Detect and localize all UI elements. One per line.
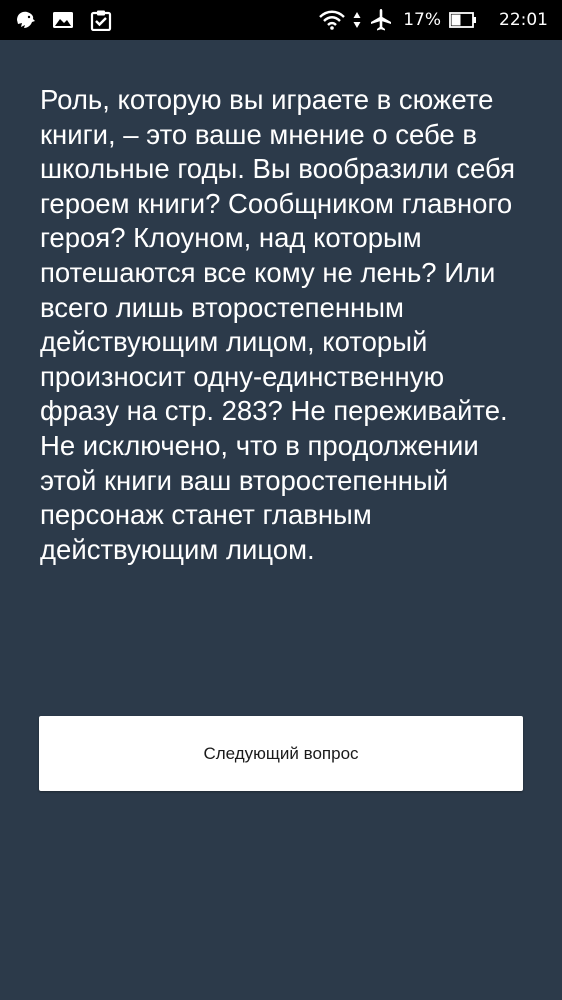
wifi-icon bbox=[319, 10, 346, 30]
battery-icon bbox=[449, 11, 477, 29]
status-bar: 17% 22:01 bbox=[0, 0, 562, 40]
status-bar-left bbox=[14, 0, 112, 40]
clock: 22:01 bbox=[499, 10, 548, 30]
airplane-icon bbox=[369, 8, 393, 32]
battery-percent: 17% bbox=[403, 10, 441, 30]
leo-icon bbox=[14, 10, 36, 30]
description-text: Роль, которую вы играете в сюжете книги,… bbox=[40, 84, 516, 565]
clipboard-check-icon bbox=[90, 9, 112, 31]
next-question-button[interactable]: Следующий вопрос bbox=[39, 716, 523, 791]
data-arrows-icon bbox=[353, 11, 361, 29]
status-bar-right: 17% 22:01 bbox=[319, 0, 548, 40]
image-icon bbox=[52, 11, 74, 29]
